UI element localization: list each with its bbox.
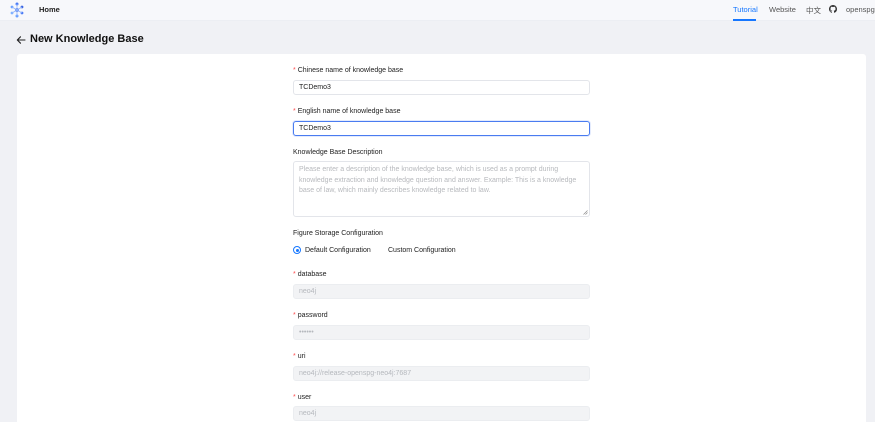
custom-config-label[interactable]: Custom Configuration xyxy=(388,247,456,254)
openspg-logo-icon[interactable] xyxy=(9,2,25,18)
user-menu[interactable]: openspg xyxy=(846,5,875,14)
user-input[interactable]: neo4j xyxy=(293,406,590,421)
english-name-label: * English name of knowledge base xyxy=(293,108,400,115)
password-input[interactable]: •••••• xyxy=(293,325,590,340)
required-marker: * xyxy=(293,353,296,360)
required-marker: * xyxy=(293,108,296,115)
custom-config-radio[interactable] xyxy=(376,246,384,254)
required-marker: * xyxy=(293,271,296,278)
database-label: * database xyxy=(293,271,327,278)
uri-label: * uri xyxy=(293,353,306,360)
chinese-name-label-text: Chinese name of knowledge base xyxy=(297,67,404,74)
description-label: Knowledge Base Description xyxy=(293,149,383,156)
nav-tutorial-link[interactable]: Tutorial xyxy=(733,5,758,14)
english-name-input[interactable]: TCDemo3 xyxy=(293,121,590,136)
active-tab-indicator xyxy=(733,19,756,21)
description-placeholder: Please enter a description of the knowle… xyxy=(299,166,577,194)
chinese-name-label: * Chinese name of knowledge base xyxy=(293,67,403,74)
user-label: * user xyxy=(293,394,311,401)
uri-input[interactable]: neo4j://release-openspg-neo4j:7687 xyxy=(293,366,590,381)
nav-home-link[interactable]: Home xyxy=(39,5,60,14)
back-arrow-icon[interactable] xyxy=(16,35,26,45)
resize-handle-icon[interactable] xyxy=(583,210,588,215)
github-icon[interactable] xyxy=(829,5,837,13)
language-switch[interactable]: 中文 xyxy=(806,5,821,16)
description-textarea[interactable]: Please enter a description of the knowle… xyxy=(293,161,590,217)
user-label-text: user xyxy=(297,394,312,401)
password-label: * password xyxy=(293,312,328,319)
figure-storage-label: Figure Storage Configuration xyxy=(293,230,383,237)
default-config-label[interactable]: Default Configuration xyxy=(305,247,371,254)
default-config-radio[interactable] xyxy=(293,246,301,254)
password-label-text: password xyxy=(297,312,328,319)
top-nav-bar: Home Tutorial Website 中文 openspg xyxy=(0,0,875,21)
required-marker: * xyxy=(293,394,296,401)
page-title: New Knowledge Base xyxy=(30,33,144,45)
english-name-label-text: English name of knowledge base xyxy=(297,108,401,115)
database-label-text: database xyxy=(297,271,327,278)
chinese-name-input[interactable]: TCDemo3 xyxy=(293,80,590,95)
required-marker: * xyxy=(293,312,296,319)
database-input[interactable]: neo4j xyxy=(293,284,590,299)
required-marker: * xyxy=(293,67,296,74)
nav-website-link[interactable]: Website xyxy=(769,5,796,14)
uri-label-text: uri xyxy=(297,353,306,360)
